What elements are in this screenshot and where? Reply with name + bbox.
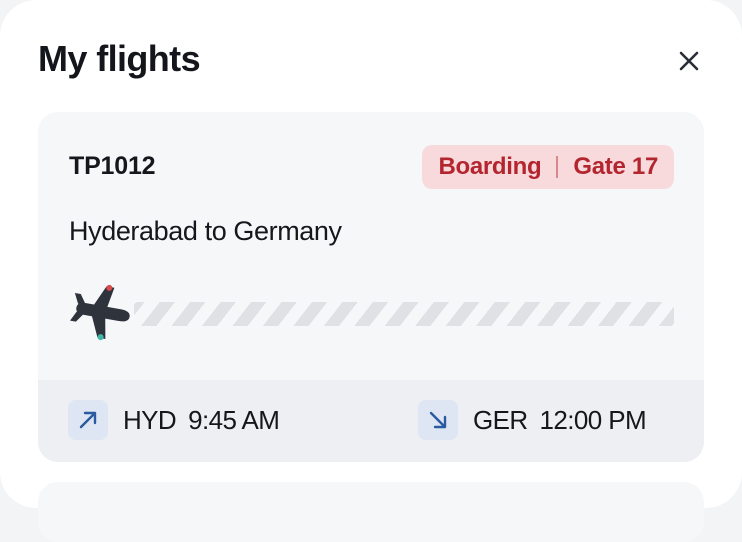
status-text: Boarding [438, 153, 542, 180]
arrival-time: 12:00 PM [539, 404, 647, 435]
status-badge: Boarding Gate 17 [422, 145, 674, 189]
my-flights-panel: My flights TP1012 Boarding Gate 17 Hyder… [0, 0, 742, 542]
close-button[interactable] [672, 44, 706, 78]
arrival-code: GER [473, 404, 528, 435]
flight-progress-track [134, 302, 674, 326]
arrow-up-right-icon [79, 411, 97, 429]
arrow-down-right-icon [429, 411, 447, 429]
departure-code: HYD [123, 404, 177, 435]
departure-time: 9:45 AM [188, 404, 280, 435]
status-divider [556, 156, 559, 178]
gate-text: Gate 17 [573, 153, 658, 180]
flight-number: TP1012 [69, 152, 156, 180]
departure-info: HYD 9:45 AM [68, 400, 280, 440]
arrival-info: GER 12:00 PM [418, 400, 647, 440]
next-flight-card[interactable] [38, 482, 704, 542]
departure-icon-box [68, 400, 108, 440]
airplane-icon [70, 284, 130, 341]
flight-route: Hyderabad to Germany [69, 216, 342, 246]
close-icon [679, 51, 699, 71]
flight-card[interactable]: TP1012 Boarding Gate 17 Hyderabad to Ger… [38, 112, 704, 462]
arrival-icon-box [418, 400, 458, 440]
page-title: My flights [38, 38, 201, 79]
